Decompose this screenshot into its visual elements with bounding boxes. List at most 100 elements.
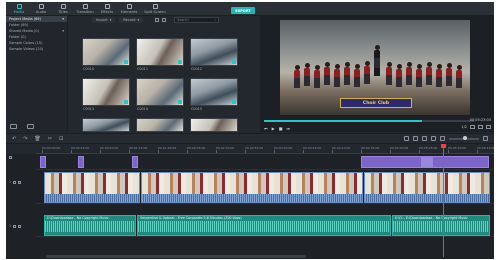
quality-selector[interactable]: 1/2: [461, 125, 467, 129]
audio-clip[interactable]: E:\Downloadsaa - No Copyright Music: [44, 215, 136, 236]
media-thumbnail[interactable]: [82, 118, 130, 132]
tab-titles[interactable]: Titles: [52, 2, 74, 15]
crop-icon[interactable]: ⊡: [59, 136, 63, 142]
undo-icon[interactable]: ↶: [12, 136, 16, 142]
choir-member: [344, 62, 350, 85]
zoom-in-icon[interactable]: [483, 136, 488, 141]
media-thumbnail[interactable]: [190, 78, 238, 106]
search-placeholder: Search: [177, 18, 189, 22]
ruler-tick: [419, 150, 420, 153]
main-toolbar: Media Audio Titles Transition Effects El…: [6, 2, 494, 16]
search-input[interactable]: Search ⌕: [174, 17, 220, 23]
new-folder-icon[interactable]: [10, 124, 17, 129]
media-thumbnail[interactable]: [136, 78, 184, 106]
ruler-tick-label: 00:05:50:00: [448, 146, 467, 150]
export-button[interactable]: EXPORT: [231, 7, 255, 14]
audio-clip-label: E:\O... E:\Downloadsaa - No Copyright Mu…: [395, 216, 468, 220]
audio-waveform: [393, 221, 489, 232]
thumbnail-image: [191, 119, 237, 131]
ruler-tick-label: 00:03:45:00: [303, 146, 322, 150]
video-track-header: 1: [6, 180, 36, 184]
choir-club-banner: Choir Club: [340, 98, 412, 108]
ruler-tick-label: 00:00:50:00: [100, 146, 119, 150]
playback-controls: ⏮ ▶ ■ ⏭: [264, 126, 290, 131]
video-clip[interactable]: [364, 172, 490, 203]
effect-clip[interactable]: [421, 156, 433, 168]
timeline-scrollbar[interactable]: [46, 255, 306, 258]
marker-icon[interactable]: [413, 136, 418, 141]
sidebar-item-label: Sample Videos (20): [9, 47, 44, 51]
lock-icon[interactable]: [13, 180, 17, 184]
audio-clip[interactable]: Serpentine & Upbeat - Free Corporate 5-6…: [137, 215, 391, 236]
thumbnail-image: [137, 39, 183, 65]
mic-icon[interactable]: [422, 136, 427, 141]
thumbnail-label: C0011: [137, 67, 148, 71]
snapshot-icon[interactable]: [470, 125, 475, 129]
thumbnail-image: [83, 79, 129, 105]
mixer-icon[interactable]: [431, 136, 436, 141]
media-thumbnail[interactable]: [82, 38, 130, 66]
speaker-icon[interactable]: [18, 224, 22, 228]
lock-icon[interactable]: [9, 156, 12, 159]
timeline-ruler[interactable]: 00:00:00:00 00:00:25:00 00:00:50:00 00:01:1…: [36, 145, 494, 154]
ruler-tick: [477, 150, 478, 153]
record-dropdown[interactable]: Record ▾: [119, 17, 144, 23]
chevron-down-icon: ▾: [137, 18, 140, 22]
audio-clip[interactable]: E:\O... E:\Downloadsaa - No Copyright Mu…: [392, 215, 490, 236]
skip-back-icon[interactable]: ⏮: [264, 126, 268, 131]
tab-effects[interactable]: Effects: [96, 2, 118, 15]
tab-label: Transition: [76, 10, 94, 14]
folder-icon[interactable]: [27, 124, 34, 129]
video-clip[interactable]: [141, 172, 363, 203]
effect-clip[interactable]: [132, 156, 138, 168]
redo-icon[interactable]: ↷: [23, 136, 27, 142]
video-clip[interactable]: [44, 172, 140, 203]
sidebar-item-sample-videos[interactable]: Sample Videos (20): [6, 46, 67, 52]
choir-conductor: [374, 45, 380, 76]
ruler-tick-label: 00:05:25:00: [419, 146, 438, 150]
delete-icon[interactable]: 🗑: [34, 136, 40, 142]
effects-icon: [104, 4, 110, 9]
music-icon: [38, 4, 44, 9]
playhead[interactable]: [441, 144, 446, 257]
filter-icon[interactable]: [155, 18, 160, 22]
render-icon[interactable]: [404, 136, 409, 141]
ruler-tick-label: 00:06:15:00: [477, 146, 494, 150]
sidebar-footer: [10, 124, 34, 129]
media-thumbnail[interactable]: [190, 38, 238, 66]
skip-forward-icon[interactable]: ⏭: [286, 126, 290, 131]
effects-lane: [36, 154, 494, 170]
check-icon: [232, 60, 236, 64]
tab-transition[interactable]: Transition: [74, 2, 96, 15]
ruler-tick: [100, 150, 101, 153]
stop-icon[interactable]: ■: [279, 126, 283, 131]
zoom-slider[interactable]: [449, 136, 479, 140]
tab-media[interactable]: Media: [8, 2, 30, 15]
ruler-tick: [274, 150, 275, 153]
eye-icon[interactable]: [18, 180, 22, 184]
ruler-tick: [303, 150, 304, 153]
media-thumbnail[interactable]: [190, 118, 238, 132]
lock-icon[interactable]: [13, 224, 17, 228]
preview-scrubber[interactable]: [264, 120, 474, 122]
transition-icon: [82, 4, 88, 9]
media-thumbnail[interactable]: [82, 78, 130, 106]
clip-waveform: [45, 193, 139, 202]
grid-view-icon[interactable]: [162, 18, 167, 22]
tab-label: Titles: [58, 10, 68, 14]
effect-clip[interactable]: [78, 156, 84, 168]
cut-icon[interactable]: ✂: [48, 136, 52, 142]
tab-split-screen[interactable]: Split Screen: [140, 2, 170, 15]
play-icon[interactable]: ▶: [272, 126, 275, 131]
effect-clip[interactable]: [40, 156, 46, 168]
import-dropdown[interactable]: Import ▾: [92, 17, 116, 23]
volume-icon[interactable]: [478, 125, 483, 129]
media-thumbnail[interactable]: [136, 38, 184, 66]
zoom-out-icon[interactable]: [440, 136, 445, 141]
tab-audio[interactable]: Audio: [30, 2, 52, 15]
thumbnail-label: C0010: [83, 67, 94, 71]
clip-thumbnails: [365, 173, 489, 194]
fullscreen-icon[interactable]: [486, 125, 491, 129]
tab-elements[interactable]: Elements: [118, 2, 140, 15]
media-thumbnail[interactable]: [136, 118, 184, 132]
